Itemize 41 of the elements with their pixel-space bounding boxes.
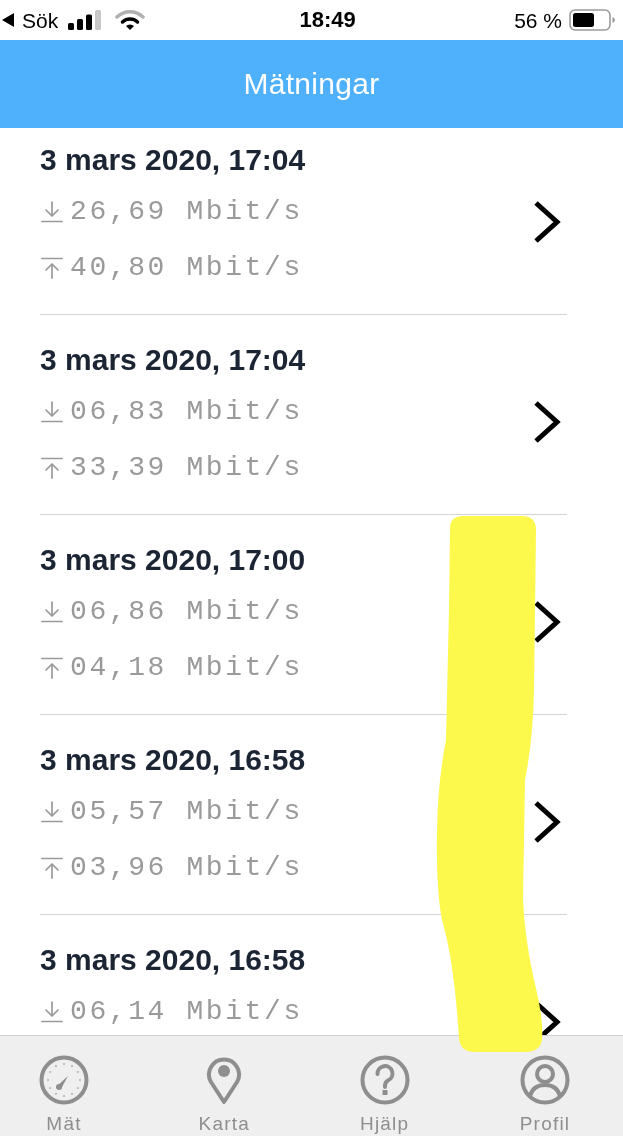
speed-value: 06,86 Mbit/s	[70, 598, 303, 626]
speed-value: 03,96 Mbit/s	[70, 854, 303, 882]
wifi-icon	[115, 9, 146, 31]
upload-icon	[40, 656, 64, 680]
signal-icon	[68, 10, 102, 30]
upload-icon	[40, 256, 64, 280]
speed-value: 04,18 Mbit/s	[70, 654, 303, 682]
back-label[interactable]: Sök	[22, 9, 59, 31]
measurement-row[interactable]: 3 mars 2020, 17:04 26,69 Mbit/s 40,80 Mbit/s	[40, 128, 567, 315]
download-icon	[40, 600, 64, 624]
speed-value: 05,57 Mbit/s	[70, 798, 303, 826]
measurement-row[interactable]: 3 mars 2020, 17:04 06,83 Mbit/s 33,39 Mbit/s	[40, 315, 567, 515]
speed-value: 06,14 Mbit/s	[70, 998, 303, 1026]
gauge-icon	[39, 1055, 89, 1105]
clock-time: 18:49	[299, 9, 356, 31]
chevron-right-icon	[532, 799, 562, 845]
profile-icon	[520, 1055, 570, 1105]
measurement-time: 3 mars 2020, 16:58	[40, 945, 306, 975]
chevron-right-icon	[532, 399, 562, 445]
download-icon	[40, 200, 64, 224]
back-arrow-icon[interactable]	[2, 13, 14, 27]
speed-value: 33,39 Mbit/s	[70, 454, 303, 482]
download-icon	[40, 1000, 64, 1024]
speed-value: 26,69 Mbit/s	[70, 198, 303, 226]
help-icon	[359, 1055, 410, 1105]
measurement-time: 3 mars 2020, 16:58	[40, 745, 306, 775]
chevron-right-icon	[532, 199, 562, 245]
measurement-time: 3 mars 2020, 17:04	[40, 145, 306, 175]
speed-value: 40,80 Mbit/s	[70, 254, 303, 282]
speed-value: 06,83 Mbit/s	[70, 398, 303, 426]
download-icon	[40, 800, 64, 824]
measurement-time: 3 mars 2020, 17:00	[40, 545, 306, 575]
upload-icon	[40, 856, 64, 880]
screen-title: Mätningar	[243, 69, 380, 99]
battery-percentage: 56 %	[514, 9, 562, 31]
map-pin-icon	[206, 1055, 243, 1105]
measurement-time: 3 mars 2020, 17:04	[40, 345, 306, 375]
chevron-right-icon	[532, 599, 562, 645]
battery-icon	[569, 9, 615, 31]
upload-icon	[40, 456, 64, 480]
download-icon	[40, 400, 64, 424]
